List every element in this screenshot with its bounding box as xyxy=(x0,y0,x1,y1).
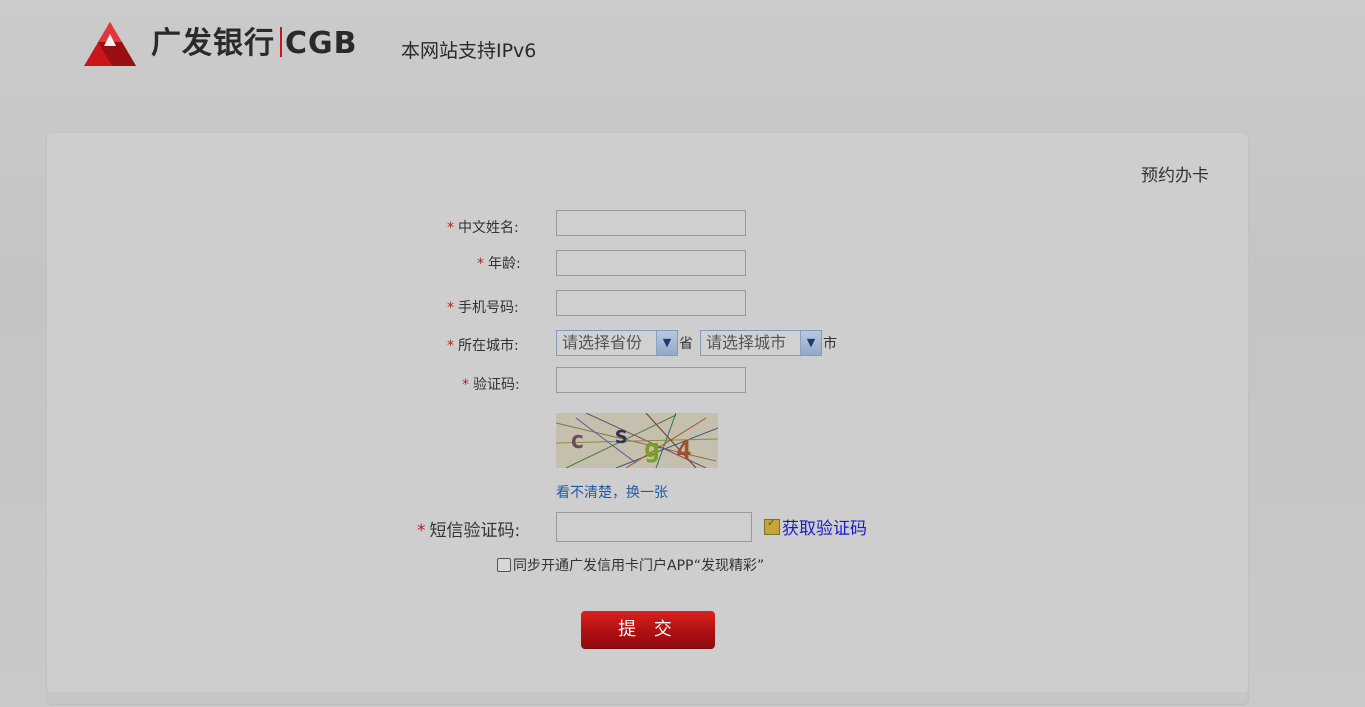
get-sms-code-link[interactable]: 获取验证码 xyxy=(764,514,867,539)
required-mark: * xyxy=(447,338,454,354)
city-unit: 市 xyxy=(823,336,837,352)
name-label: * 中文姓名: xyxy=(447,217,519,237)
province-select-value: 请选择省份 xyxy=(562,333,643,352)
svg-text:c: c xyxy=(570,426,584,454)
submit-button[interactable]: 提 交 xyxy=(581,611,715,648)
sms-label: * 短信验证码: xyxy=(417,516,520,541)
chevron-down-icon[interactable]: ▼ xyxy=(800,331,821,355)
name-input[interactable] xyxy=(556,210,746,236)
phone-input[interactable] xyxy=(556,290,746,316)
city-select-value: 请选择城市 xyxy=(706,333,787,352)
required-mark: * xyxy=(447,300,454,316)
required-mark: * xyxy=(447,220,454,236)
phone-label: * 手机号码: xyxy=(447,297,519,317)
sms-code-input[interactable] xyxy=(556,512,752,542)
required-mark: * xyxy=(417,521,426,541)
captcha-image-art: c s g 4 xyxy=(556,413,718,468)
name-label-text: 中文姓名: xyxy=(458,220,519,236)
brand-separator xyxy=(280,27,282,57)
get-sms-code-text: 获取验证码 xyxy=(782,519,867,539)
captcha-input[interactable] xyxy=(556,367,746,393)
sync-app-label: 同步开通广发信用卡门户APP“发现精彩” xyxy=(513,558,765,574)
brand-name-cn: 广发银行 xyxy=(151,26,275,61)
svg-text:s: s xyxy=(614,421,628,449)
svg-text:4: 4 xyxy=(676,436,692,466)
phone-label-text: 手机号码: xyxy=(458,300,519,316)
form-panel: 预约办卡 * 中文姓名: * 年龄: * 手机号码: * 所在城市: 请选择省份 ▼ 省… xyxy=(46,132,1249,694)
city-label-text: 所在城市: xyxy=(458,338,519,354)
header: 广发银行 CGB 本网站支持IPv6 xyxy=(0,0,1365,110)
svg-text:g: g xyxy=(644,434,660,464)
chevron-down-icon[interactable]: ▼ xyxy=(656,331,677,355)
age-label: * 年龄: xyxy=(477,253,521,273)
brand-name: 广发银行 CGB xyxy=(151,24,358,64)
required-mark: * xyxy=(477,256,484,272)
province-select[interactable]: 请选择省份 ▼ xyxy=(556,330,678,356)
sms-label-text: 短信验证码: xyxy=(429,521,521,541)
city-select[interactable]: 请选择城市 ▼ xyxy=(700,330,822,356)
required-mark: * xyxy=(462,377,469,393)
panel-bottom-edge xyxy=(46,692,1249,705)
captcha-refresh-link[interactable]: 看不清楚，换一张 xyxy=(556,482,668,502)
sync-app-checkbox[interactable] xyxy=(497,558,511,572)
city-label: * 所在城市: xyxy=(447,335,519,355)
panel-title: 预约办卡 xyxy=(1141,166,1209,186)
age-input[interactable] xyxy=(556,250,746,276)
sync-app-option: 同步开通广发信用卡门户APP“发现精彩” xyxy=(497,555,764,575)
captcha-label-text: 验证码: xyxy=(473,377,520,393)
age-label-text: 年龄: xyxy=(488,256,521,272)
ipv6-note: 本网站支持IPv6 xyxy=(401,40,537,62)
province-unit: 省 xyxy=(679,336,693,352)
brand-name-en: CGB xyxy=(285,26,358,61)
captcha-image[interactable]: c s g 4 xyxy=(556,413,718,468)
cgb-logo-icon xyxy=(84,22,136,66)
captcha-label: * 验证码: xyxy=(462,374,520,394)
sms-code-icon xyxy=(764,516,780,535)
